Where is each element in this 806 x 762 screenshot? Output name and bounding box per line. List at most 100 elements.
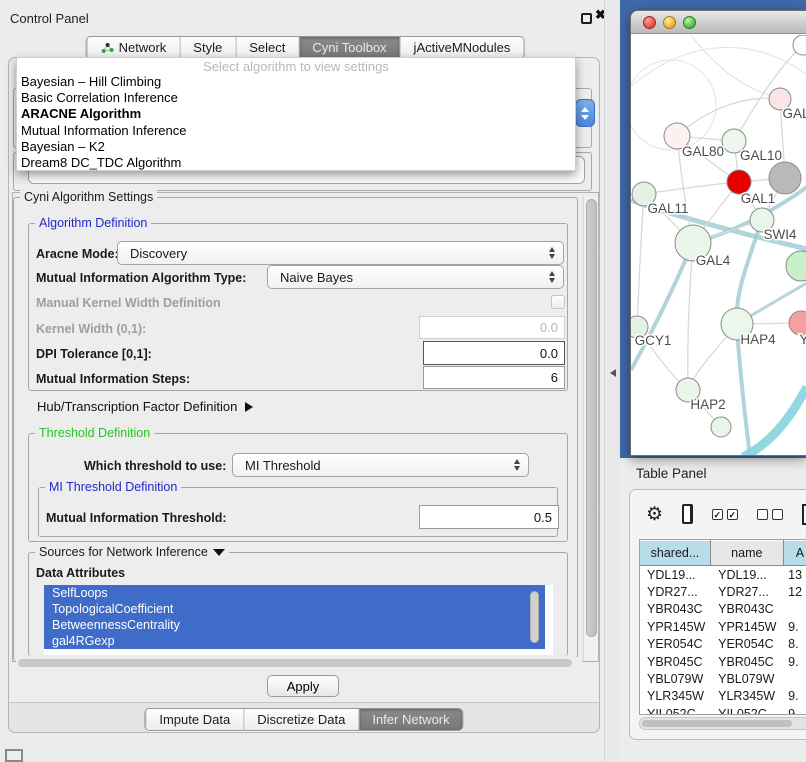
- sources-title-row[interactable]: Sources for Network Inference: [35, 545, 229, 559]
- combo-down-arrow-icon: [581, 115, 589, 120]
- apply-button[interactable]: Apply: [267, 675, 339, 697]
- column-header-partial[interactable]: A: [784, 540, 806, 565]
- network-edge-thick: [743, 387, 806, 456]
- dock-grip-icon[interactable]: [5, 749, 23, 762]
- document-icon[interactable]: [802, 504, 806, 525]
- attribute-item-selected[interactable]: SelfLoops: [44, 585, 545, 601]
- tab[interactable]: Network: [87, 37, 180, 58]
- mi-threshold-label: Mutual Information Threshold:: [46, 511, 227, 525]
- node-table: shared... name A YDL19... YDL19... 13 YD…: [639, 539, 806, 715]
- node-label: GAL4: [696, 253, 731, 268]
- node-label: GAL80: [682, 144, 724, 159]
- algorithm-dropdown-popup: Select algorithm to view settings Bayesi…: [16, 57, 576, 171]
- attribute-item-selected[interactable]: gal4RGexp: [44, 633, 545, 649]
- table-horizontal-scrollbar[interactable]: [639, 717, 806, 730]
- close-traffic-button[interactable]: [643, 16, 656, 29]
- table-row[interactable]: YBR043C YBR043C: [640, 601, 806, 618]
- mi-steps-field[interactable]: [423, 366, 565, 389]
- combo-arrows-icon: [549, 247, 563, 259]
- kernel-width-field[interactable]: [419, 316, 565, 339]
- node-label: GCY1: [635, 333, 672, 348]
- table-row[interactable]: YPR145W YPR145W 9.: [640, 618, 806, 635]
- unchecked-pair-icon[interactable]: [757, 509, 783, 520]
- split-columns-icon[interactable]: [682, 504, 693, 524]
- settings-vertical-scrollbar[interactable]: [583, 196, 598, 660]
- algorithm-option[interactable]: Mutual Information Inference: [17, 123, 575, 139]
- node-label: HAP4: [740, 332, 776, 347]
- table-row[interactable]: YER054C YER054C 8.: [640, 636, 806, 653]
- data-attributes-list: SelfLoopsTopologicalCoefficientBetweenne…: [44, 585, 553, 655]
- attribute-list-scrollbar[interactable]: [530, 591, 539, 643]
- node-label: SWI4: [763, 227, 796, 242]
- table-row[interactable]: YLR345W YLR345W 9.: [640, 688, 806, 705]
- network-node-gray[interactable]: [769, 162, 801, 194]
- dpi-tolerance-field[interactable]: [423, 341, 565, 365]
- algorithm-option[interactable]: Bayesian – Hill Climbing: [17, 74, 575, 90]
- table-row[interactable]: YDL19... YDL19... 13: [640, 566, 806, 583]
- checked-pair-icon[interactable]: ✓✓: [712, 509, 738, 520]
- bottom-tabs: Impute DataDiscretize DataInfer Network: [144, 708, 463, 731]
- node-label: GAL1: [741, 191, 776, 206]
- mi-type-label: Mutual Information Algorithm Type:: [36, 271, 246, 285]
- table-row[interactable]: YBR045C YBR045C 9.: [640, 653, 806, 670]
- algorithm-option[interactable]: Bayesian – K2: [17, 139, 575, 155]
- manual-kernel-checkbox[interactable]: [551, 295, 565, 309]
- node-label-partial: Y: [799, 332, 806, 347]
- hub-definition-label: Hub/Transcription Factor Definition: [37, 399, 237, 414]
- divider-collapse-arrow-icon[interactable]: [610, 369, 616, 377]
- node-label-partial: GAL: [782, 106, 806, 121]
- kernel-width-label: Kernel Width (0,1):: [36, 322, 146, 336]
- network-view-window: GAL80 GAL10 GAL1 GAL11 GAL4 SWI4 GCY1 HA…: [630, 10, 806, 456]
- which-threshold-combo[interactable]: MI Threshold: [232, 453, 529, 477]
- node-label: GAL11: [647, 201, 688, 216]
- hub-definition-expander[interactable]: Hub/Transcription Factor Definition: [37, 399, 253, 414]
- aracne-mode-combo[interactable]: Discovery: [117, 241, 564, 265]
- table-header: shared... name A: [640, 540, 806, 566]
- tab[interactable]: Select: [235, 37, 298, 58]
- collapse-arrow-icon: [213, 549, 225, 556]
- tab[interactable]: Style: [179, 37, 235, 58]
- algorithm-placeholder: Select algorithm to view settings: [17, 59, 575, 74]
- float-window-icon[interactable]: [581, 13, 592, 24]
- table-row[interactable]: YBL079W YBL079W: [640, 670, 806, 687]
- scrollbar-thumb[interactable]: [586, 199, 597, 637]
- tab[interactable]: Discretize Data: [243, 709, 358, 730]
- algorithm-combo-arrow-button[interactable]: [575, 99, 595, 127]
- which-threshold-value: MI Threshold: [245, 458, 321, 473]
- mi-threshold-field[interactable]: [419, 505, 559, 529]
- column-header-name[interactable]: name: [711, 540, 784, 565]
- dpi-tolerance-label: DPI Tolerance [0,1]:: [36, 347, 152, 361]
- algorithm-option[interactable]: ARACNE Algorithm: [17, 106, 575, 122]
- data-attributes-label: Data Attributes: [36, 566, 125, 580]
- attribute-item-selected[interactable]: TopologicalCoefficient: [44, 601, 545, 617]
- network-window-titlebar[interactable]: [631, 11, 806, 34]
- network-tab-icon: [101, 41, 114, 54]
- network-node[interactable]: [786, 251, 806, 281]
- column-header-shared[interactable]: shared...: [640, 540, 711, 565]
- algorithm-option[interactable]: Dream8 DC_TDC Algorithm: [17, 155, 575, 171]
- scrollbar-thumb[interactable]: [18, 659, 572, 667]
- table-body: YDL19... YDL19... 13 YDR27... YDR27... 1…: [640, 566, 806, 715]
- table-row[interactable]: YDR27... YDR27... 12: [640, 583, 806, 600]
- tab[interactable]: Infer Network: [358, 709, 462, 730]
- tab[interactable]: Impute Data: [145, 709, 243, 730]
- settings-horizontal-scrollbar[interactable]: [16, 657, 582, 669]
- zoom-traffic-button[interactable]: [683, 16, 696, 29]
- gear-icon[interactable]: ⚙: [646, 505, 663, 524]
- tab[interactable]: jActiveMNodules: [400, 37, 524, 58]
- attribute-item-selected[interactable]: BetweennessCentrality: [44, 617, 545, 633]
- panel-divider[interactable]: [604, 0, 620, 762]
- mi-type-value: Naive Bayes: [280, 270, 353, 285]
- which-threshold-label: Which threshold to use:: [84, 459, 226, 473]
- network-canvas[interactable]: GAL80 GAL10 GAL1 GAL11 GAL4 SWI4 GCY1 HA…: [631, 35, 806, 456]
- tab[interactable]: Cyni Toolbox: [298, 37, 399, 58]
- algorithm-option[interactable]: Basic Correlation Inference: [17, 90, 575, 106]
- threshold-definition-title: Threshold Definition: [35, 426, 154, 440]
- table-row[interactable]: YIL052C YIL052C 9: [640, 705, 806, 715]
- mi-threshold-title: MI Threshold Definition: [45, 480, 181, 494]
- minimize-traffic-button[interactable]: [663, 16, 676, 29]
- network-node[interactable]: [711, 417, 731, 437]
- manual-kernel-label: Manual Kernel Width Definition: [36, 296, 221, 310]
- mi-type-combo[interactable]: Naive Bayes: [267, 265, 564, 289]
- scrollbar-thumb[interactable]: [642, 720, 792, 727]
